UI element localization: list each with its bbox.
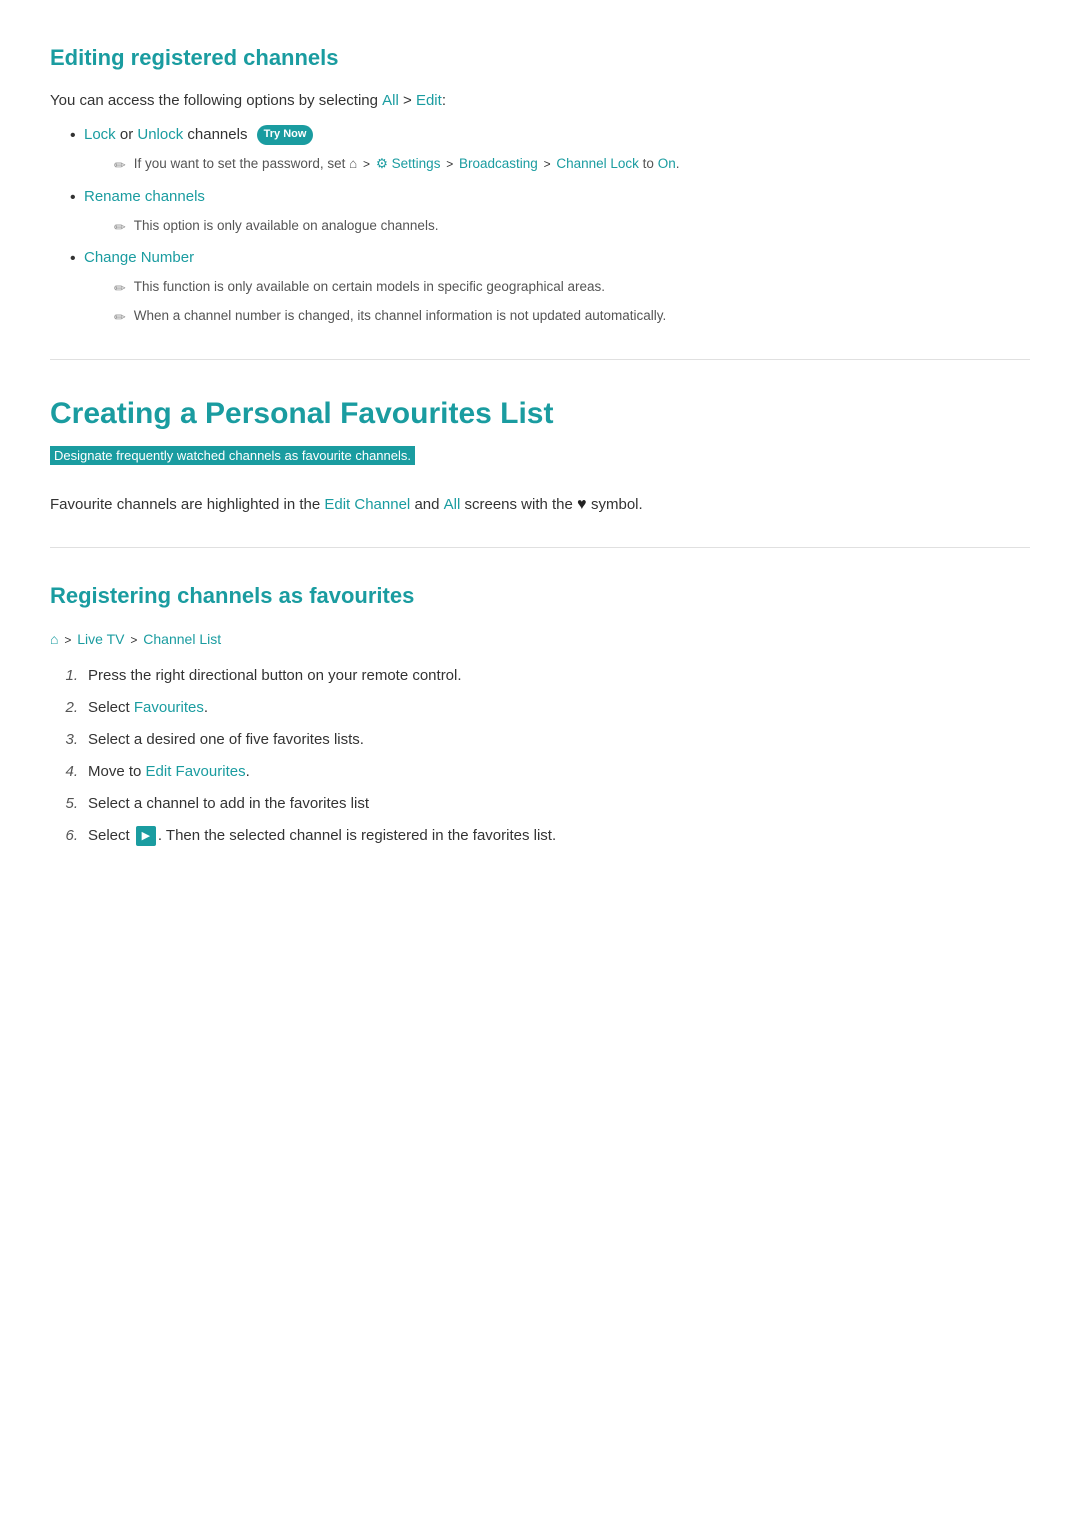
editing-bullet-list: Lock or Unlock channels Try Now ✏ If you… (50, 123, 1030, 329)
creating-section: Creating a Personal Favourites List Desi… (50, 390, 1030, 518)
step-1-text: Press the right directional button on yo… (88, 664, 462, 688)
live-tv-link[interactable]: Live TV (77, 631, 124, 647)
step-6-text: Select ▶. Then the selected channel is r… (88, 824, 556, 848)
broadcasting-link[interactable]: Broadcasting (459, 156, 538, 171)
step-2: 2. Select Favourites. (60, 696, 1030, 720)
play-button-icon[interactable]: ▶ (136, 826, 156, 846)
step-3: 3. Select a desired one of five favorite… (60, 728, 1030, 752)
bullet-lock-unlock: Lock or Unlock channels Try Now ✏ If you… (70, 123, 1030, 176)
or-text: or (120, 126, 138, 143)
change-number-note-text-2: When a channel number is changed, its ch… (134, 305, 667, 327)
try-now-badge[interactable]: Try Now (257, 125, 314, 145)
step-num-4: 4. (60, 760, 78, 784)
editing-colon: : (442, 92, 446, 109)
rename-note-text: This option is only available on analogu… (134, 215, 439, 237)
change-number-note-2: ✏ When a channel number is changed, its … (114, 305, 1030, 328)
channel-list-link[interactable]: Channel List (143, 631, 221, 647)
lock-note-text: If you want to set the password, set ⌂ >… (134, 153, 680, 175)
pencil-icon-2: ✏ (114, 216, 126, 238)
bullet-rename: Rename channels ✏ This option is only av… (70, 185, 1030, 238)
change-number-note-1: ✏ This function is only available on cer… (114, 276, 1030, 299)
step-num-2: 2. (60, 696, 78, 720)
edit-channel-link[interactable]: Edit Channel (324, 496, 410, 513)
symbol-text: symbol. (591, 496, 643, 513)
bullet-change-number: Change Number ✏ This function is only av… (70, 246, 1030, 329)
all-link[interactable]: All (444, 496, 461, 513)
settings-link[interactable]: ⚙ Settings (376, 156, 441, 171)
screens-text: screens with the (464, 496, 572, 513)
home-icon-1: ⌂ (349, 156, 357, 171)
heart-icon: ♥ (577, 496, 591, 513)
and-text: and (414, 496, 439, 513)
chevron-6: > (130, 633, 137, 647)
creating-body-text: Favourite channels are highlighted in th… (50, 496, 320, 513)
unlock-link[interactable]: Unlock (137, 126, 183, 143)
step-2-text: Select Favourites. (88, 696, 208, 720)
channel-lock-link[interactable]: Channel Lock (556, 156, 639, 171)
step-4-text: Move to Edit Favourites. (88, 760, 250, 784)
chevron-3: > (446, 157, 453, 171)
change-number-link[interactable]: Change Number (84, 249, 194, 266)
editing-intro-text: You can access the following options by … (50, 92, 378, 109)
lock-link[interactable]: Lock (84, 126, 116, 143)
editing-all-link[interactable]: All (382, 92, 399, 109)
step-6: 6. Select ▶. Then the selected channel i… (60, 824, 1030, 848)
editing-intro: You can access the following options by … (50, 89, 1030, 113)
chevron-4: > (544, 157, 551, 171)
editing-edit-link[interactable]: Edit (416, 92, 442, 109)
rename-note: ✏ This option is only available on analo… (114, 215, 1030, 238)
lock-note: ✏ If you want to set the password, set ⌂… (114, 153, 1030, 176)
registering-breadcrumb: ⌂ > Live TV > Channel List (50, 628, 1030, 650)
step-num-6: 6. (60, 824, 78, 848)
change-number-note-text-1: This function is only available on certa… (134, 276, 605, 298)
chevron-separator-1: > (403, 92, 416, 109)
step-3-text: Select a desired one of five favorites l… (88, 728, 364, 752)
chevron-5: > (64, 633, 71, 647)
step-num-5: 5. (60, 792, 78, 816)
creating-subtitle-text: Designate frequently watched channels as… (50, 446, 415, 465)
section-divider-2 (50, 547, 1030, 548)
channels-text: channels (187, 126, 247, 143)
pencil-icon-3: ✏ (114, 277, 126, 299)
pencil-icon-4: ✏ (114, 306, 126, 328)
registering-section: Registering channels as favourites ⌂ > L… (50, 578, 1030, 848)
step-5: 5. Select a channel to add in the favori… (60, 792, 1030, 816)
edit-favourites-link[interactable]: Edit Favourites (146, 763, 246, 780)
step-1: 1. Press the right directional button on… (60, 664, 1030, 688)
step-5-text: Select a channel to add in the favorites… (88, 792, 369, 816)
editing-section: Editing registered channels You can acce… (50, 40, 1030, 329)
favourites-link[interactable]: Favourites (134, 699, 204, 716)
step-4: 4. Move to Edit Favourites. (60, 760, 1030, 784)
creating-subtitle: Designate frequently watched channels as… (50, 444, 1030, 468)
on-link[interactable]: On (658, 156, 676, 171)
steps-list: 1. Press the right directional button on… (50, 664, 1030, 848)
home-icon-2[interactable]: ⌂ (50, 631, 58, 647)
registering-title: Registering channels as favourites (50, 578, 1030, 613)
chevron-2: > (363, 157, 370, 171)
editing-title: Editing registered channels (50, 40, 1030, 75)
step-num-3: 3. (60, 728, 78, 752)
section-divider-1 (50, 359, 1030, 360)
creating-title: Creating a Personal Favourites List (50, 390, 1030, 438)
creating-body: Favourite channels are highlighted in th… (50, 492, 1030, 518)
step-num-1: 1. (60, 664, 78, 688)
rename-link[interactable]: Rename channels (84, 188, 205, 205)
pencil-icon-1: ✏ (114, 154, 126, 176)
